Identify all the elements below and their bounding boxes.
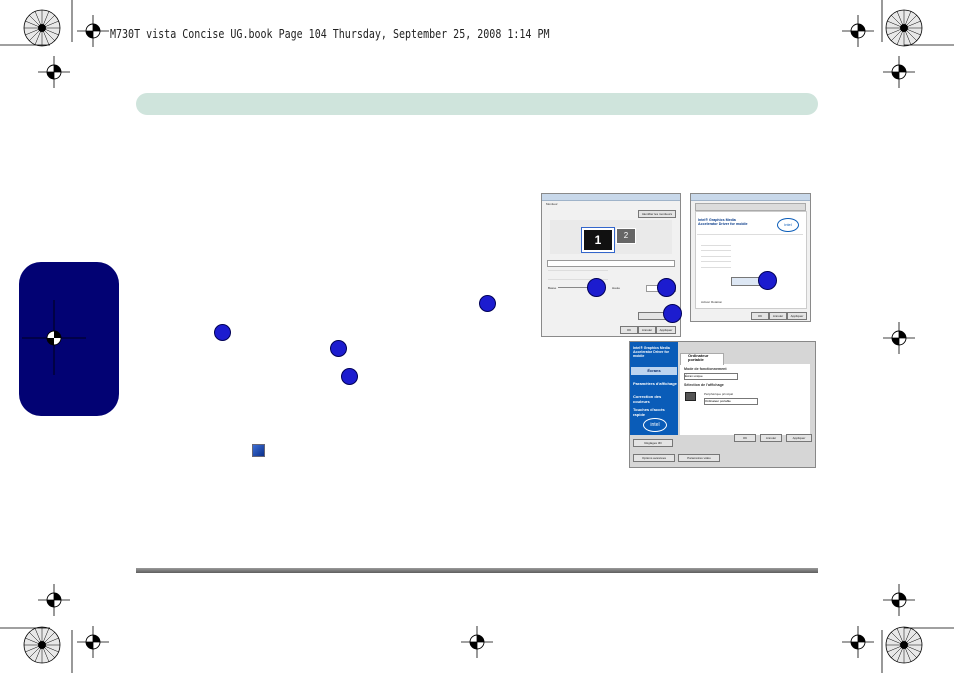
device-title: Ordinateur portable — [688, 353, 709, 363]
settings-3d-button: Réglages 3D — [633, 439, 673, 447]
apply-button-3: Appliquer — [786, 434, 812, 442]
left-title: Intel® Graphics Media Accelerator Driver… — [633, 346, 670, 358]
footer-rule — [136, 568, 818, 573]
monitor-2-tile: 2 — [616, 228, 636, 244]
step-badge-a — [587, 278, 606, 297]
monitor-select — [547, 260, 675, 267]
intel-logo: intel — [643, 418, 667, 432]
menu-item-display-settings: Paramètres d'affichage — [633, 381, 677, 386]
ok-button-2: OK — [751, 312, 769, 320]
cancel-button-3: Annuler — [760, 434, 782, 442]
step-badge-4 — [341, 368, 358, 385]
menu-item-screens: Écrans — [631, 367, 677, 375]
activate-rotation-label: Activer Rotation — [701, 300, 723, 304]
apply-button-2: Appliquer — [787, 312, 807, 320]
laptop-icon — [685, 392, 696, 401]
identify-monitors-button: Identifier les moniteurs — [638, 210, 676, 218]
monitor-1-tile: 1 — [581, 227, 615, 253]
window-titlebar — [691, 194, 810, 201]
resolution-low: Basse — [548, 286, 557, 290]
step-badge-c — [663, 304, 682, 323]
menu-item-hotkeys: Touches d'accès rapide — [633, 407, 665, 417]
step-badge-1 — [479, 295, 496, 312]
cancel-button: Annuler — [638, 326, 656, 334]
step-badge-d — [758, 271, 777, 290]
step-badge-2 — [214, 324, 231, 341]
section-banner — [136, 93, 818, 115]
video-settings-button: Paramètres vidéo — [678, 454, 720, 462]
step-badge-b — [657, 278, 676, 297]
display-settings-screenshot: Moniteur Identifier les moniteurs 1 2 Ba… — [541, 193, 681, 337]
step-badge-3 — [330, 340, 347, 357]
intel-brand-text: Intel® Graphics Media Accelerator Driver… — [698, 218, 748, 226]
menu-item-color-correction: Correction des couleurs — [633, 394, 662, 404]
cancel-button-2: Annuler — [769, 312, 787, 320]
taskbar-icon — [252, 444, 265, 457]
monitor-properties-screenshot: Intel® Graphics Media Accelerator Driver… — [690, 193, 811, 322]
mode-heading: Mode de fonctionnement — [684, 367, 727, 371]
side-tab-crosshair — [22, 300, 86, 375]
tab-monitor: Moniteur — [546, 202, 558, 206]
tab-strip — [695, 203, 806, 211]
intel-control-panel-screenshot: Intel® Graphics Media Accelerator Driver… — [629, 341, 816, 468]
mode-select: Écran unique — [684, 373, 738, 380]
display-option: Périphérique principal — [704, 392, 734, 396]
window-titlebar — [542, 194, 680, 201]
display-select: Ordinateur portable — [704, 398, 758, 405]
resolution-high: Haute — [612, 286, 621, 290]
advanced-options-button: Options avancées — [633, 454, 675, 462]
apply-button: Appliquer — [656, 326, 676, 334]
option-list — [701, 240, 731, 270]
display-heading: Sélection de l'affichage — [684, 383, 724, 387]
intel-logo-small: intel — [777, 218, 799, 232]
ok-button-3: OK — [734, 434, 756, 442]
ok-button: OK — [620, 326, 638, 334]
